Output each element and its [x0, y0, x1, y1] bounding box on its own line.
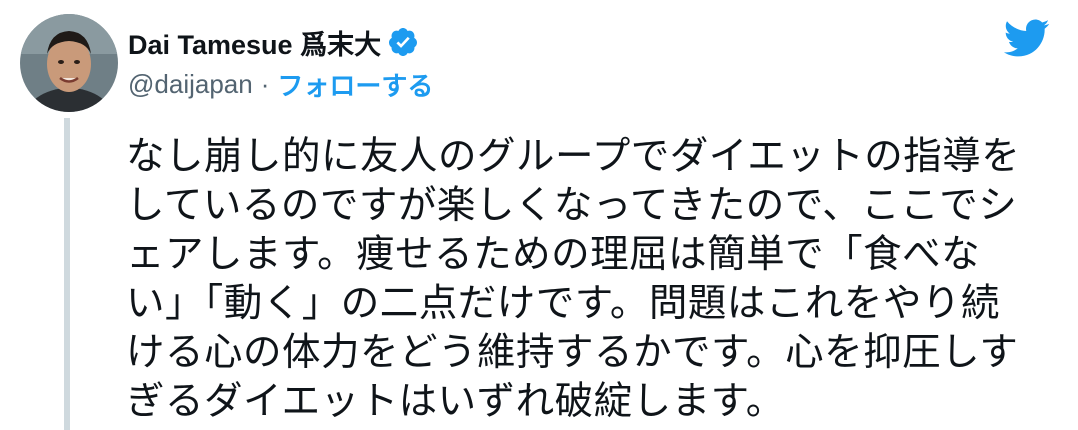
- name-row: Dai Tamesue 爲末大: [128, 22, 433, 62]
- display-name[interactable]: Dai Tamesue 爲末大: [128, 23, 381, 62]
- follow-button[interactable]: フォローする: [277, 66, 433, 103]
- verified-badge-icon: [387, 26, 419, 58]
- handle-row: @daijapan · フォローする: [128, 64, 433, 104]
- thread-line: [64, 118, 70, 430]
- tweet-card: Dai Tamesue 爲末大 @daijapan · フォローする なし崩し的…: [0, 0, 1078, 430]
- tweet-text: なし崩し的に友人のグループでダイエットの指導を しているのですが楽しくなってきた…: [126, 135, 1021, 423]
- separator-dot: ·: [260, 68, 270, 99]
- twitter-bird-icon[interactable]: [1002, 18, 1050, 58]
- avatar-image: [20, 14, 118, 112]
- avatar[interactable]: [20, 14, 118, 112]
- user-handle[interactable]: @daijapan: [128, 69, 253, 100]
- tweet-header: Dai Tamesue 爲末大 @daijapan · フォローする: [128, 22, 433, 104]
